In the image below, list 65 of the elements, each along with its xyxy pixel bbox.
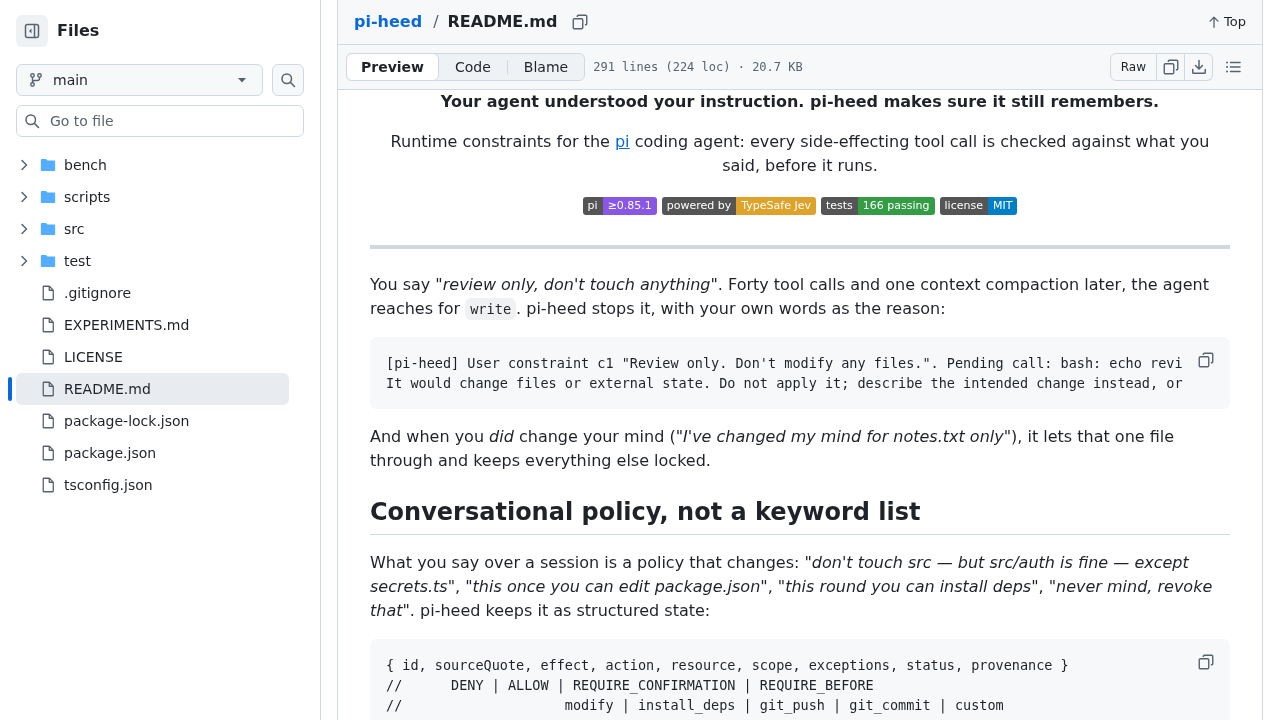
- sidebar-title: Files: [57, 20, 100, 42]
- selection-indicator: [8, 377, 12, 401]
- copy-icon[interactable]: [1198, 654, 1214, 670]
- search-icon: [24, 113, 40, 129]
- copy-icon[interactable]: [572, 14, 589, 30]
- badge-label: license: [939, 197, 988, 215]
- tree-item[interactable]: LICENSE: [16, 341, 289, 373]
- badge-value: TypeSafe Jev: [736, 197, 816, 215]
- badge-label: powered by: [661, 197, 737, 215]
- copy-button[interactable]: [1157, 53, 1185, 81]
- sidebar-toggle-button[interactable]: [16, 15, 48, 47]
- tree-item[interactable]: package-lock.json: [16, 405, 289, 437]
- badge-label: pi: [582, 197, 603, 215]
- download-button[interactable]: [1185, 53, 1213, 81]
- paragraph: Runtime constraints for the pi coding agent: every side-effecting tool call is checked against what you said, before it runs.: [389, 131, 1211, 177]
- file-icon: [40, 477, 56, 493]
- file-icon: [40, 445, 56, 461]
- sidebar-panel-icon: [24, 23, 40, 39]
- file-icon: [40, 285, 56, 301]
- paragraph: And when you did change your mind ("I've changed my mind for notes.txt only"), it lets that one file through and keeps everything else locked.: [370, 426, 1176, 472]
- raw-button[interactable]: Raw: [1109, 53, 1157, 81]
- view-tab[interactable]: Blame: [507, 54, 585, 80]
- file-icon: [40, 317, 56, 333]
- tree-item[interactable]: test: [16, 245, 289, 277]
- search-button[interactable]: [272, 64, 304, 96]
- search-icon: [280, 72, 296, 88]
- branch-button[interactable]: main: [16, 64, 263, 96]
- top-button[interactable]: Top: [1207, 12, 1246, 32]
- link[interactable]: pi: [614, 132, 630, 151]
- badge-value: 166 passing: [857, 197, 935, 215]
- tree-item[interactable]: tsconfig.json: [16, 469, 289, 501]
- file-icon: [40, 349, 56, 365]
- download-icon: [1190, 59, 1207, 75]
- code-text: { id, sourceQuote, effect, action, resource, scope, exceptions, status, provenance } // DENY | ALLOW | REQUIRE_CONFIRMATION | REQUIRE_BEFORE // modify | install_deps | git_push | git_commit | custom: [386, 656, 1069, 715]
- branch-icon: [28, 72, 44, 88]
- file-name: README.md: [447, 11, 558, 33]
- folder-icon: [40, 157, 56, 173]
- folder-icon: [40, 189, 56, 205]
- badge-value: ≥0.85.1: [602, 197, 657, 215]
- view-tab[interactable]: Code: [439, 54, 507, 80]
- badge-value: MIT: [987, 197, 1018, 215]
- badge-label: tests: [821, 197, 858, 215]
- tree-item[interactable]: src: [16, 213, 289, 245]
- folder-icon: [40, 221, 56, 237]
- file-info: 291 lines (224 loc) · 20.7 KB: [593, 59, 803, 75]
- breadcrumb-separator: /: [433, 11, 439, 33]
- tree-item[interactable]: package.json: [16, 437, 289, 469]
- file-icon: [40, 413, 56, 429]
- readme-tagline: Your agent understood your instruction. pi-heed makes sure it still remembers.: [439, 91, 1161, 113]
- tree-item[interactable]: bench: [16, 149, 289, 181]
- view-tab[interactable]: Preview: [346, 53, 439, 81]
- folder-icon: [40, 253, 56, 269]
- list-icon[interactable]: [1225, 59, 1241, 75]
- code-text: [pi-heed] User constraint c1 "Review only. Don't modify any files.". Pending call: bash: echo revi It would change files or external state. Do not apply it; describe the intended change instead, or: [386, 354, 1183, 393]
- repository-link[interactable]: pi-heed: [354, 10, 423, 34]
- file-icon: [40, 381, 56, 397]
- paragraph: What you say over a session is a policy that changes: "don't touch src — but src/auth is fine — except secrets.ts", "this once you can edit package.json", "this round you can install deps", "never mind, revoke that". pi-heed keeps it as structured state:: [370, 552, 1214, 622]
- paragraph: You say "review only, don't touch anything". Forty tool calls and one context compaction later, the agent reaches for write . pi-heed stops it, with your own words as the reason:: [370, 274, 1210, 321]
- tree-item[interactable]: EXPERIMENTS.md: [16, 309, 289, 341]
- copy-icon: [1162, 59, 1179, 75]
- tree-item[interactable]: .gitignore: [16, 277, 289, 309]
- file-search-field[interactable]: Go to file: [16, 105, 304, 137]
- section-heading: Conversational policy, not a keyword list: [370, 497, 1230, 535]
- copy-icon[interactable]: [1198, 352, 1214, 368]
- tree-item[interactable]: scripts: [16, 181, 289, 213]
